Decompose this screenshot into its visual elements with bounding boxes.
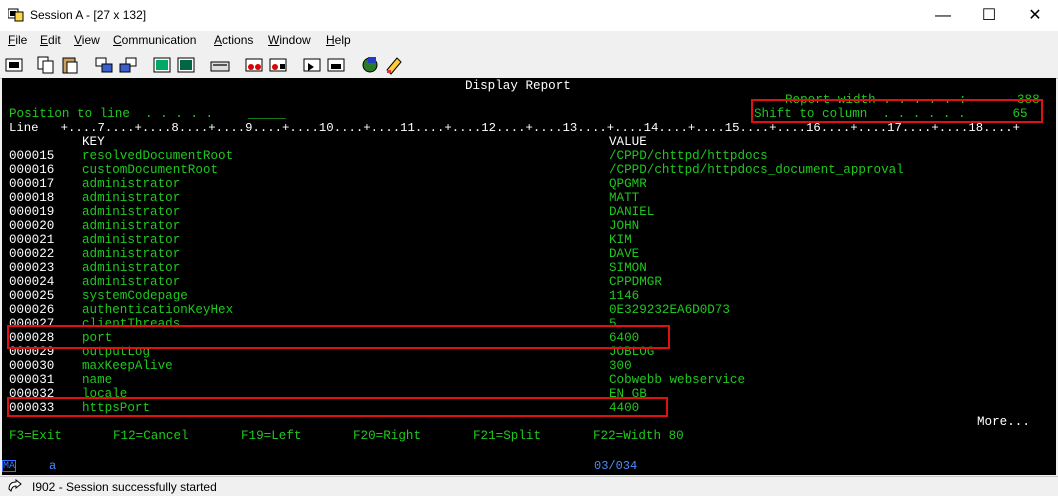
- row-value: CPPDMGR: [609, 275, 662, 289]
- column-header-value: VALUE: [609, 135, 647, 149]
- row-line-number: 000030: [9, 359, 55, 373]
- message-area-indicator: MA: [2, 460, 16, 472]
- fkey-split[interactable]: F21=Split: [473, 429, 541, 443]
- row-key: resolvedDocumentRoot: [82, 149, 234, 163]
- row-value: Cobwebb webservice: [609, 373, 746, 387]
- row-key: administrator: [82, 261, 181, 275]
- stop-macro-icon[interactable]: [268, 55, 288, 75]
- maximize-button[interactable]: ☐: [966, 0, 1012, 31]
- row-value: DAVE: [609, 247, 640, 261]
- row-key: administrator: [82, 191, 181, 205]
- row-key: administrator: [82, 233, 181, 247]
- copy-icon[interactable]: [36, 55, 56, 75]
- keyboard-map-icon[interactable]: [210, 55, 230, 75]
- cursor-position: 03/034: [594, 459, 638, 473]
- screen-title: Display Report: [465, 79, 571, 93]
- more-indicator: More...: [977, 415, 1030, 429]
- close-button[interactable]: ✕: [1012, 0, 1058, 31]
- row-line-number: 000022: [9, 247, 55, 261]
- row-value: KIM: [609, 233, 632, 247]
- row-line-number: 000019: [9, 205, 55, 219]
- row-line-number: 000024: [9, 275, 55, 289]
- row-line-number: 000020: [9, 219, 55, 233]
- row-line-number: 000018: [9, 191, 55, 205]
- session-app-icon: [8, 8, 24, 22]
- menu-edit[interactable]: Edit: [40, 33, 61, 47]
- row-line-number: 000031: [9, 373, 55, 387]
- row-key: maxKeepAlive: [82, 359, 173, 373]
- row-value: 0E329232EA6D0D73: [609, 303, 730, 317]
- session-icon[interactable]: [360, 55, 380, 75]
- menu-bar: File Edit View Communication Actions Win…: [0, 31, 1058, 51]
- paste-icon[interactable]: [60, 55, 80, 75]
- row-line-number: 000017: [9, 177, 55, 191]
- row-value: QPGMR: [609, 177, 647, 191]
- row-value: JOHN: [609, 219, 640, 233]
- settings-icon[interactable]: [384, 55, 404, 75]
- row-key: administrator: [82, 219, 181, 233]
- maximize-icon: ☐: [981, 7, 997, 24]
- macro-edit-icon[interactable]: [326, 55, 346, 75]
- terminal-screen[interactable]: Display Report Report width . . . . . : …: [2, 78, 1056, 458]
- row-key: name: [82, 373, 113, 387]
- menu-view[interactable]: View: [74, 33, 100, 47]
- row-value: SIMON: [609, 261, 647, 275]
- play-macro-icon[interactable]: [302, 55, 322, 75]
- menu-actions[interactable]: Actions: [214, 33, 253, 47]
- status-bar: I902 - Session successfully started: [0, 476, 1058, 496]
- position-to-line-label: Position to line . . . . .: [9, 107, 214, 121]
- session-mode-indicator: a: [49, 459, 57, 473]
- row-key: administrator: [82, 275, 181, 289]
- close-icon: ✕: [1028, 7, 1042, 24]
- row-value: /CPPD/chttpd/httpdocs_document_approval: [609, 163, 904, 177]
- row-value: 300: [609, 359, 632, 373]
- row-key: administrator: [82, 205, 181, 219]
- row-key: customDocumentRoot: [82, 163, 219, 177]
- color-map-icon[interactable]: [176, 55, 196, 75]
- menu-window[interactable]: Window: [268, 33, 311, 47]
- operator-information-area: MA a 03/034: [2, 458, 1056, 475]
- row-line-number: 000016: [9, 163, 55, 177]
- status-message: I902 - Session successfully started: [32, 480, 217, 494]
- window-title: Session A - [27 x 132]: [30, 8, 147, 22]
- row-value: MATT: [609, 191, 640, 205]
- fkey-cancel[interactable]: F12=Cancel: [113, 429, 189, 443]
- display-keypad-icon[interactable]: [152, 55, 172, 75]
- fkey-left[interactable]: F19=Left: [241, 429, 301, 443]
- row-key: systemCodepage: [82, 289, 188, 303]
- row-value: 1146: [609, 289, 640, 303]
- row-key: administrator: [82, 247, 181, 261]
- print-screen-icon[interactable]: [4, 55, 24, 75]
- row-line-number: 000021: [9, 233, 55, 247]
- position-to-line-input[interactable]: _____: [248, 107, 286, 121]
- fkey-width-80[interactable]: F22=Width 80: [593, 429, 684, 443]
- record-macro-icon[interactable]: [244, 55, 264, 75]
- fkey-right[interactable]: F20=Right: [353, 429, 421, 443]
- menu-file[interactable]: File: [8, 33, 27, 47]
- title-bar: Session A - [27 x 132] — ☐ ✕: [0, 0, 1058, 31]
- minimize-button[interactable]: —: [920, 0, 966, 31]
- send-icon[interactable]: [94, 55, 114, 75]
- menu-help[interactable]: Help: [326, 33, 351, 47]
- column-header-key: KEY: [82, 135, 105, 149]
- fkey-exit[interactable]: F3=Exit: [9, 429, 62, 443]
- row-line-number: 000023: [9, 261, 55, 275]
- row-value: /CPPD/chttpd/httpdocs: [609, 149, 768, 163]
- https-port-row-highlight-box: [7, 397, 668, 417]
- connection-status-icon: [8, 479, 22, 493]
- row-line-number: 000025: [9, 289, 55, 303]
- shift-column-highlight-box: [751, 99, 1043, 123]
- row-line-number: 000026: [9, 303, 55, 317]
- row-value: DANIEL: [609, 205, 655, 219]
- receive-icon[interactable]: [118, 55, 138, 75]
- row-key: administrator: [82, 177, 181, 191]
- menu-communication[interactable]: Communication: [113, 33, 196, 47]
- column-ruler: Line +....7....+....8....+....9....+....…: [9, 121, 1020, 135]
- row-key: authenticationKeyHex: [82, 303, 234, 317]
- row-line-number: 000015: [9, 149, 55, 163]
- port-row-highlight-box: [7, 325, 670, 349]
- minimize-icon: —: [935, 7, 951, 24]
- toolbar: [0, 52, 1058, 79]
